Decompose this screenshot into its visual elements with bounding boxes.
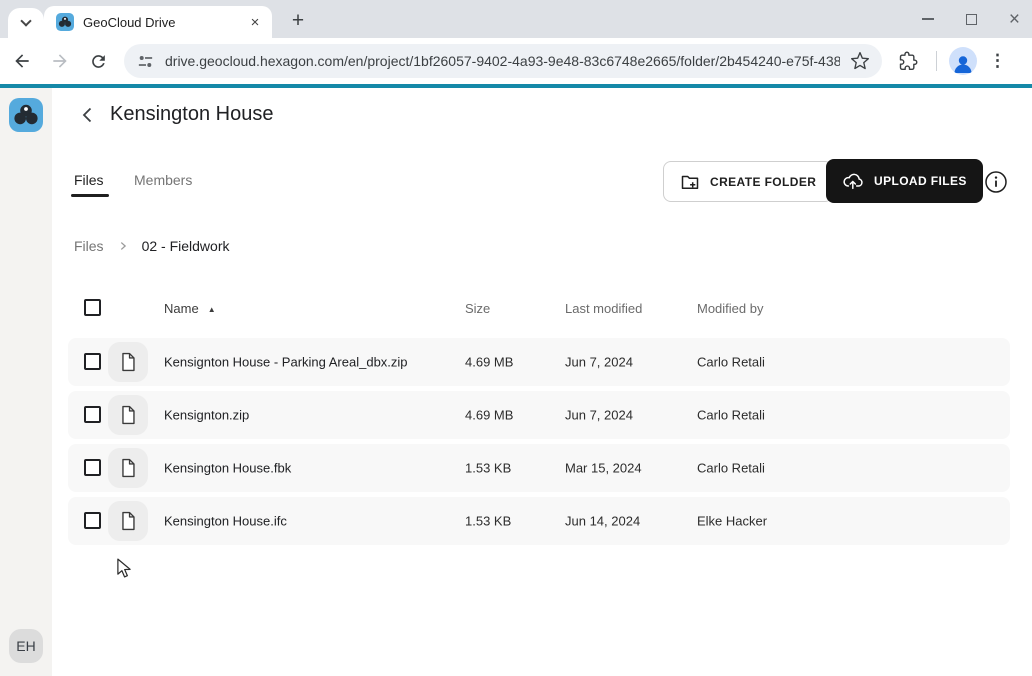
file-size: 1.53 KB (465, 514, 511, 529)
table-row[interactable]: Kensington House.ifc 1.53 KB Jun 14, 202… (68, 497, 1010, 545)
app-sidebar: EH (0, 88, 52, 676)
file-modified-by: Elke Hacker (697, 514, 767, 529)
file-name[interactable]: Kensignton.zip (164, 408, 249, 423)
window-maximize-icon[interactable] (966, 14, 977, 25)
cloud-upload-icon (842, 170, 864, 192)
file-last-modified: Mar 15, 2024 (565, 461, 642, 476)
toolbar-divider (936, 51, 937, 71)
tab-members[interactable]: Members (134, 172, 192, 188)
upload-files-label: UPLOAD FILES (874, 174, 967, 188)
folder-plus-icon (680, 172, 700, 192)
file-last-modified: Jun 14, 2024 (565, 514, 640, 529)
file-icon-container (108, 395, 148, 435)
file-name[interactable]: Kensington House.fbk (164, 461, 291, 476)
reload-button[interactable] (82, 45, 114, 77)
row-checkbox[interactable] (84, 406, 101, 423)
file-icon-container (108, 342, 148, 382)
puzzle-icon (898, 51, 918, 71)
table-row[interactable]: Kensignton House - Parking Areal_dbx.zip… (68, 338, 1010, 386)
breadcrumb-files[interactable]: Files (74, 238, 104, 254)
column-header-modified-by[interactable]: Modified by (697, 301, 763, 316)
browser-profile-button[interactable] (949, 47, 977, 75)
geocloud-logo-icon[interactable] (9, 98, 43, 132)
browser-toolbar: drive.geocloud.hexagon.com/en/project/1b… (0, 38, 1032, 84)
file-list: Kensignton House - Parking Areal_dbx.zip… (68, 338, 1010, 550)
geocloud-drive-app: EH Kensington House Files Members CREATE… (0, 88, 1032, 676)
file-name[interactable]: Kensignton House - Parking Areal_dbx.zip (164, 355, 408, 370)
tab-close-icon[interactable]: × (246, 13, 264, 31)
file-size: 1.53 KB (465, 461, 511, 476)
active-tab-indicator (71, 194, 109, 197)
info-icon[interactable] (984, 170, 1008, 194)
row-checkbox[interactable] (84, 353, 101, 370)
row-checkbox[interactable] (84, 459, 101, 476)
file-name[interactable]: Kensington House.ifc (164, 514, 287, 529)
file-size: 4.69 MB (465, 408, 513, 423)
forward-button[interactable] (44, 45, 76, 77)
upload-files-button[interactable]: UPLOAD FILES (826, 159, 983, 203)
geocloud-favicon-icon (56, 13, 74, 31)
row-checkbox[interactable] (84, 512, 101, 529)
browser-titlebar: GeoCloud Drive × + × (0, 0, 1032, 38)
file-size: 4.69 MB (465, 355, 513, 370)
document-icon (117, 457, 139, 479)
table-row[interactable]: Kensington House.fbk 1.53 KB Mar 15, 202… (68, 444, 1010, 492)
column-header-last-modified[interactable]: Last modified (565, 301, 642, 316)
tab-search-button[interactable] (8, 8, 44, 38)
document-icon (117, 351, 139, 373)
address-bar[interactable]: drive.geocloud.hexagon.com/en/project/1b… (124, 44, 882, 78)
breadcrumb-chevron-icon (117, 240, 129, 252)
mouse-cursor (116, 558, 132, 578)
create-folder-button[interactable]: CREATE FOLDER (663, 161, 833, 202)
tab-files[interactable]: Files (74, 172, 104, 188)
forward-arrow-icon (50, 51, 70, 71)
page-back-button[interactable] (78, 105, 98, 125)
back-button[interactable] (6, 45, 38, 77)
create-folder-label: CREATE FOLDER (710, 175, 816, 189)
table-header: Name▲ Size Last modified Modified by (0, 299, 1032, 319)
file-icon-container (108, 501, 148, 541)
column-header-name[interactable]: Name▲ (164, 301, 216, 316)
file-modified-by: Carlo Retali (697, 408, 765, 423)
file-last-modified: Jun 7, 2024 (565, 355, 633, 370)
site-settings-icon[interactable] (136, 52, 155, 71)
extensions-button[interactable] (892, 45, 924, 77)
url-text[interactable]: drive.geocloud.hexagon.com/en/project/1b… (165, 53, 840, 69)
file-modified-by: Carlo Retali (697, 461, 765, 476)
bookmark-star-icon[interactable] (850, 51, 870, 71)
back-arrow-icon (12, 51, 32, 71)
reload-icon (89, 52, 108, 71)
file-last-modified: Jun 7, 2024 (565, 408, 633, 423)
document-icon (117, 510, 139, 532)
window-controls: × (922, 0, 1020, 38)
page-title: Kensington House (110, 103, 273, 126)
breadcrumb-current-folder: 02 - Fieldwork (142, 238, 230, 254)
user-avatar[interactable]: EH (9, 629, 43, 663)
person-icon (951, 51, 975, 75)
browser-menu-button[interactable]: ⋮ (989, 51, 1006, 71)
breadcrumb: Files 02 - Fieldwork (74, 238, 229, 254)
file-modified-by: Carlo Retali (697, 355, 765, 370)
sort-asc-icon[interactable]: ▲ (208, 305, 216, 314)
window-minimize-icon[interactable] (922, 18, 934, 20)
browser-tab[interactable]: GeoCloud Drive × (44, 6, 272, 38)
column-header-size[interactable]: Size (465, 301, 490, 316)
chevron-down-icon (20, 15, 31, 26)
new-tab-button[interactable]: + (283, 6, 313, 36)
table-row[interactable]: Kensignton.zip 4.69 MB Jun 7, 2024 Carlo… (68, 391, 1010, 439)
document-icon (117, 404, 139, 426)
tab-title: GeoCloud Drive (83, 15, 237, 30)
file-icon-container (108, 448, 148, 488)
window-close-icon[interactable]: × (1009, 10, 1020, 29)
select-all-checkbox[interactable] (84, 299, 101, 316)
